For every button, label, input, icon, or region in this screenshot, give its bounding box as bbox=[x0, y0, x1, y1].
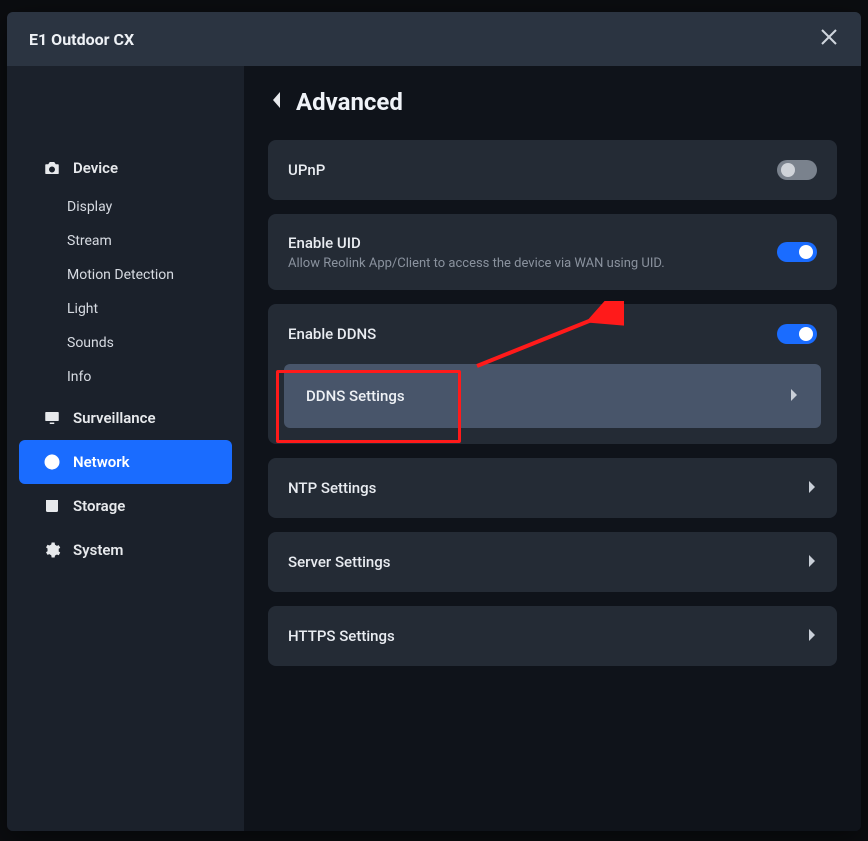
upnp-toggle[interactable] bbox=[777, 160, 817, 180]
sidebar-sub-motion[interactable]: Motion Detection bbox=[7, 258, 244, 292]
close-icon bbox=[820, 28, 838, 50]
content: Advanced UPnP Enable UID Allow Reolink A… bbox=[244, 66, 861, 831]
chevron-left-icon bbox=[268, 90, 284, 114]
server-label: Server Settings bbox=[288, 553, 390, 571]
close-button[interactable] bbox=[815, 25, 843, 53]
uid-label: Enable UID bbox=[288, 234, 665, 252]
sidebar-sub-info[interactable]: Info bbox=[7, 360, 244, 394]
sidebar: Device Display Stream Motion Detection L… bbox=[7, 66, 244, 831]
chevron-right-icon bbox=[789, 387, 799, 406]
sidebar-item-label: Network bbox=[73, 453, 130, 471]
sidebar-item-label: System bbox=[73, 541, 123, 559]
sidebar-item-surveillance[interactable]: Surveillance bbox=[7, 396, 244, 440]
card-uid: Enable UID Allow Reolink App/Client to a… bbox=[268, 214, 837, 290]
storage-icon bbox=[43, 497, 61, 515]
sidebar-item-label: Device bbox=[73, 159, 118, 177]
sidebar-item-device[interactable]: Device bbox=[7, 146, 244, 190]
globe-icon bbox=[43, 453, 61, 471]
sidebar-item-label: Surveillance bbox=[73, 409, 156, 427]
ddns-enable-toggle[interactable] bbox=[777, 324, 817, 344]
monitor-icon bbox=[43, 409, 61, 427]
ddns-settings-button[interactable]: DDNS Settings bbox=[284, 364, 821, 428]
window-title: E1 Outdoor CX bbox=[29, 30, 134, 49]
gear-icon bbox=[43, 541, 61, 559]
settings-window: E1 Outdoor CX Device Display Stream Moti… bbox=[7, 12, 861, 831]
titlebar: E1 Outdoor CX bbox=[7, 12, 861, 66]
sidebar-item-system[interactable]: System bbox=[7, 528, 244, 572]
ddns-settings-label: DDNS Settings bbox=[306, 387, 405, 405]
card-server: Server Settings bbox=[268, 532, 837, 592]
https-label: HTTPS Settings bbox=[288, 627, 395, 645]
card-https: HTTPS Settings bbox=[268, 606, 837, 666]
sidebar-item-label: Storage bbox=[73, 497, 125, 515]
uid-toggle[interactable] bbox=[777, 242, 817, 262]
camera-icon bbox=[43, 159, 61, 177]
sidebar-sub-light[interactable]: Light bbox=[7, 292, 244, 326]
upnp-label: UPnP bbox=[288, 161, 325, 179]
card-upnp: UPnP bbox=[268, 140, 837, 200]
chevron-right-icon bbox=[807, 479, 817, 498]
page-title: Advanced bbox=[296, 88, 403, 116]
page-header-back[interactable]: Advanced bbox=[268, 88, 837, 116]
chevron-right-icon bbox=[807, 553, 817, 572]
chevron-right-icon bbox=[807, 627, 817, 646]
https-settings-button[interactable]: HTTPS Settings bbox=[268, 606, 837, 666]
ntp-settings-button[interactable]: NTP Settings bbox=[268, 458, 837, 518]
sidebar-sub-display[interactable]: Display bbox=[7, 190, 244, 224]
ntp-label: NTP Settings bbox=[288, 479, 376, 497]
sidebar-item-network[interactable]: Network bbox=[19, 440, 232, 484]
sidebar-item-storage[interactable]: Storage bbox=[7, 484, 244, 528]
server-settings-button[interactable]: Server Settings bbox=[268, 532, 837, 592]
card-ntp: NTP Settings bbox=[268, 458, 837, 518]
ddns-enable-label: Enable DDNS bbox=[288, 325, 376, 343]
sidebar-sub-sounds[interactable]: Sounds bbox=[7, 326, 244, 360]
uid-desc: Allow Reolink App/Client to access the d… bbox=[288, 256, 665, 271]
card-ddns: Enable DDNS DDNS Settings bbox=[268, 304, 837, 444]
sidebar-sub-stream[interactable]: Stream bbox=[7, 224, 244, 258]
